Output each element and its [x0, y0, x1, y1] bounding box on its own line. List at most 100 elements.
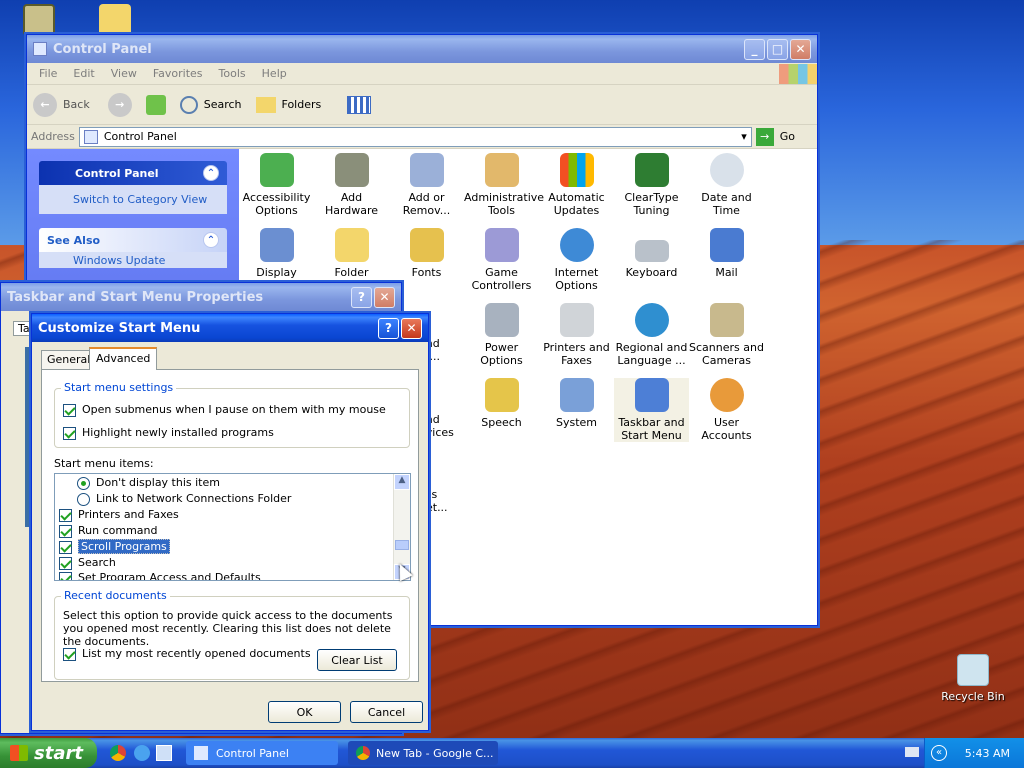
cp-internet-options[interactable]: Internet Options	[539, 228, 614, 292]
menu-favorites[interactable]: Favorites	[145, 67, 211, 80]
cp-date-and-time[interactable]: Date and Time	[689, 153, 764, 217]
setting-highlight-programs[interactable]: Highlight newly installed programs	[63, 426, 274, 440]
help-button[interactable]: ?	[378, 317, 399, 339]
tray-expand-icon[interactable]: «	[931, 745, 947, 761]
tab-advanced[interactable]: Advanced	[89, 347, 158, 370]
help-button[interactable]: ?	[351, 286, 372, 308]
cp-speech[interactable]: Speech	[464, 378, 539, 429]
cp-system[interactable]: System	[539, 378, 614, 429]
explorer-quicklaunch-icon[interactable]	[156, 745, 172, 761]
checkbox[interactable]	[59, 540, 72, 554]
list-item[interactable]: Run command	[59, 524, 158, 538]
list-item[interactable]: Search	[59, 556, 116, 570]
radio-button[interactable]	[77, 492, 90, 506]
checkbox[interactable]	[59, 508, 72, 522]
customize-titlebar[interactable]: Customize Start Menu ? ✕	[32, 314, 428, 342]
list-item-selected[interactable]: Scroll Programs	[59, 539, 170, 554]
control-panel-titlebar[interactable]: Control Panel _ □ ✕	[27, 35, 817, 63]
window-title: Control Panel	[53, 41, 152, 57]
cp-scanners-cameras[interactable]: Scanners and Cameras	[689, 303, 764, 367]
checkbox[interactable]	[59, 556, 72, 570]
task-pane-title: Control Panel	[75, 166, 159, 180]
control-panel-icon	[33, 42, 47, 56]
taskbar-item-new-tab[interactable]: New Tab - Google C...	[348, 741, 498, 765]
taskbar-properties-titlebar[interactable]: Taskbar and Start Menu Properties ? ✕	[1, 283, 401, 311]
cp-power-options[interactable]: Power Options	[464, 303, 539, 367]
cp-cleartype-tuning[interactable]: ClearType Tuning	[614, 153, 689, 217]
list-item[interactable]: Set Program Access and Defaults	[59, 571, 261, 580]
cp-automatic-updates[interactable]: Automatic Updates	[539, 153, 614, 217]
task-pane-header[interactable]: Control Panel ⌃	[39, 161, 227, 185]
cp-add-remove-programs[interactable]: Add or Remov...	[389, 153, 464, 217]
minimize-button[interactable]: _	[744, 38, 765, 60]
taskbar-item-control-panel[interactable]: Control Panel	[186, 741, 338, 765]
forward-button[interactable]: →	[107, 92, 132, 117]
address-field[interactable]: Control Panel ▾	[78, 126, 752, 147]
setting-open-submenus[interactable]: Open submenus when I pause on them with …	[63, 403, 386, 417]
chevron-down-icon[interactable]: ▾	[741, 130, 747, 143]
control-panel-icon	[194, 746, 208, 760]
menu-view[interactable]: View	[103, 67, 145, 80]
cp-label: Automatic Updates	[548, 191, 605, 217]
checkbox[interactable]	[63, 403, 76, 417]
cp-regional-language[interactable]: Regional and Language ...	[614, 303, 689, 367]
cp-administrative-tools[interactable]: Administrative Tools	[464, 153, 544, 217]
cp-fonts[interactable]: Fonts	[389, 228, 464, 279]
desktop-icon-recycle-bin[interactable]: Recycle Bin	[938, 654, 1008, 703]
cp-accessibility-options[interactable]: Accessibility Options	[239, 153, 314, 217]
cp-keyboard[interactable]: Keyboard	[614, 228, 689, 279]
scroll-up-button[interactable]: ▲	[394, 474, 410, 490]
cp-display[interactable]: Display	[239, 228, 314, 279]
list-item-label: Run command	[78, 524, 158, 537]
list-item[interactable]: Link to Network Connections Folder	[77, 492, 291, 506]
cleartype-icon	[634, 153, 669, 187]
close-button[interactable]: ✕	[374, 286, 395, 308]
search-button[interactable]: Search	[204, 98, 242, 111]
list-item[interactable]: Printers and Faxes	[59, 508, 179, 522]
scroll-thumb[interactable]	[395, 540, 409, 550]
see-also-header[interactable]: See Also ⌃	[39, 228, 227, 252]
radio-button[interactable]	[77, 476, 90, 490]
cp-label: Scanners and Cameras	[689, 341, 764, 367]
views-button[interactable]	[347, 95, 372, 114]
cp-printers-and-faxes[interactable]: Printers and Faxes	[539, 303, 614, 367]
cp-add-hardware[interactable]: Add Hardware	[314, 153, 389, 217]
start-button[interactable]: start	[0, 738, 97, 768]
see-also-chevron-icon[interactable]: ⌃	[203, 232, 219, 248]
close-button[interactable]: ✕	[401, 317, 422, 339]
go-button[interactable]: Go	[780, 130, 795, 143]
cp-game-controllers[interactable]: Game Controllers	[464, 228, 539, 292]
items-list[interactable]: Don't display this item Link to Network …	[54, 473, 411, 581]
go-arrow-icon[interactable]: →	[755, 127, 774, 146]
maximize-button[interactable]: □	[767, 38, 788, 60]
cancel-button[interactable]: Cancel	[350, 701, 423, 723]
cp-taskbar-start-menu[interactable]: Taskbar and Start Menu	[614, 378, 689, 442]
chrome-quicklaunch-icon[interactable]	[110, 745, 126, 761]
checkbox[interactable]	[59, 524, 72, 538]
up-folder-icon[interactable]	[145, 94, 166, 115]
checkbox[interactable]	[63, 426, 76, 440]
folders-button[interactable]: Folders	[282, 98, 322, 111]
switch-category-link[interactable]: Switch to Category View	[49, 193, 207, 206]
automatic-updates-icon	[559, 153, 594, 187]
see-also-item[interactable]: Windows Update	[49, 254, 165, 267]
clock[interactable]: 5:43 AM	[965, 747, 1010, 760]
clear-list-button[interactable]: Clear List	[317, 649, 397, 671]
menu-edit[interactable]: Edit	[65, 67, 102, 80]
collapse-chevron-icon[interactable]: ⌃	[203, 165, 219, 181]
cp-mail[interactable]: Mail	[689, 228, 764, 279]
list-item[interactable]: Don't display this item	[77, 476, 220, 490]
menu-file[interactable]: File	[31, 67, 65, 80]
start-menu-settings-group: Start menu settings Open submenus when I…	[54, 381, 410, 448]
checkbox[interactable]	[63, 647, 76, 661]
cp-user-accounts[interactable]: User Accounts	[689, 378, 764, 442]
close-button[interactable]: ✕	[790, 38, 811, 60]
back-button[interactable]: ←	[33, 92, 57, 117]
menu-help[interactable]: Help	[254, 67, 295, 80]
keyboard-tray-icon[interactable]	[905, 747, 919, 757]
checkbox[interactable]	[59, 571, 72, 580]
ok-button[interactable]: OK	[268, 701, 341, 723]
list-recent-docs-option[interactable]: List my most recently opened documents	[63, 647, 311, 661]
ie-quicklaunch-icon[interactable]	[134, 745, 150, 761]
menu-tools[interactable]: Tools	[211, 67, 254, 80]
